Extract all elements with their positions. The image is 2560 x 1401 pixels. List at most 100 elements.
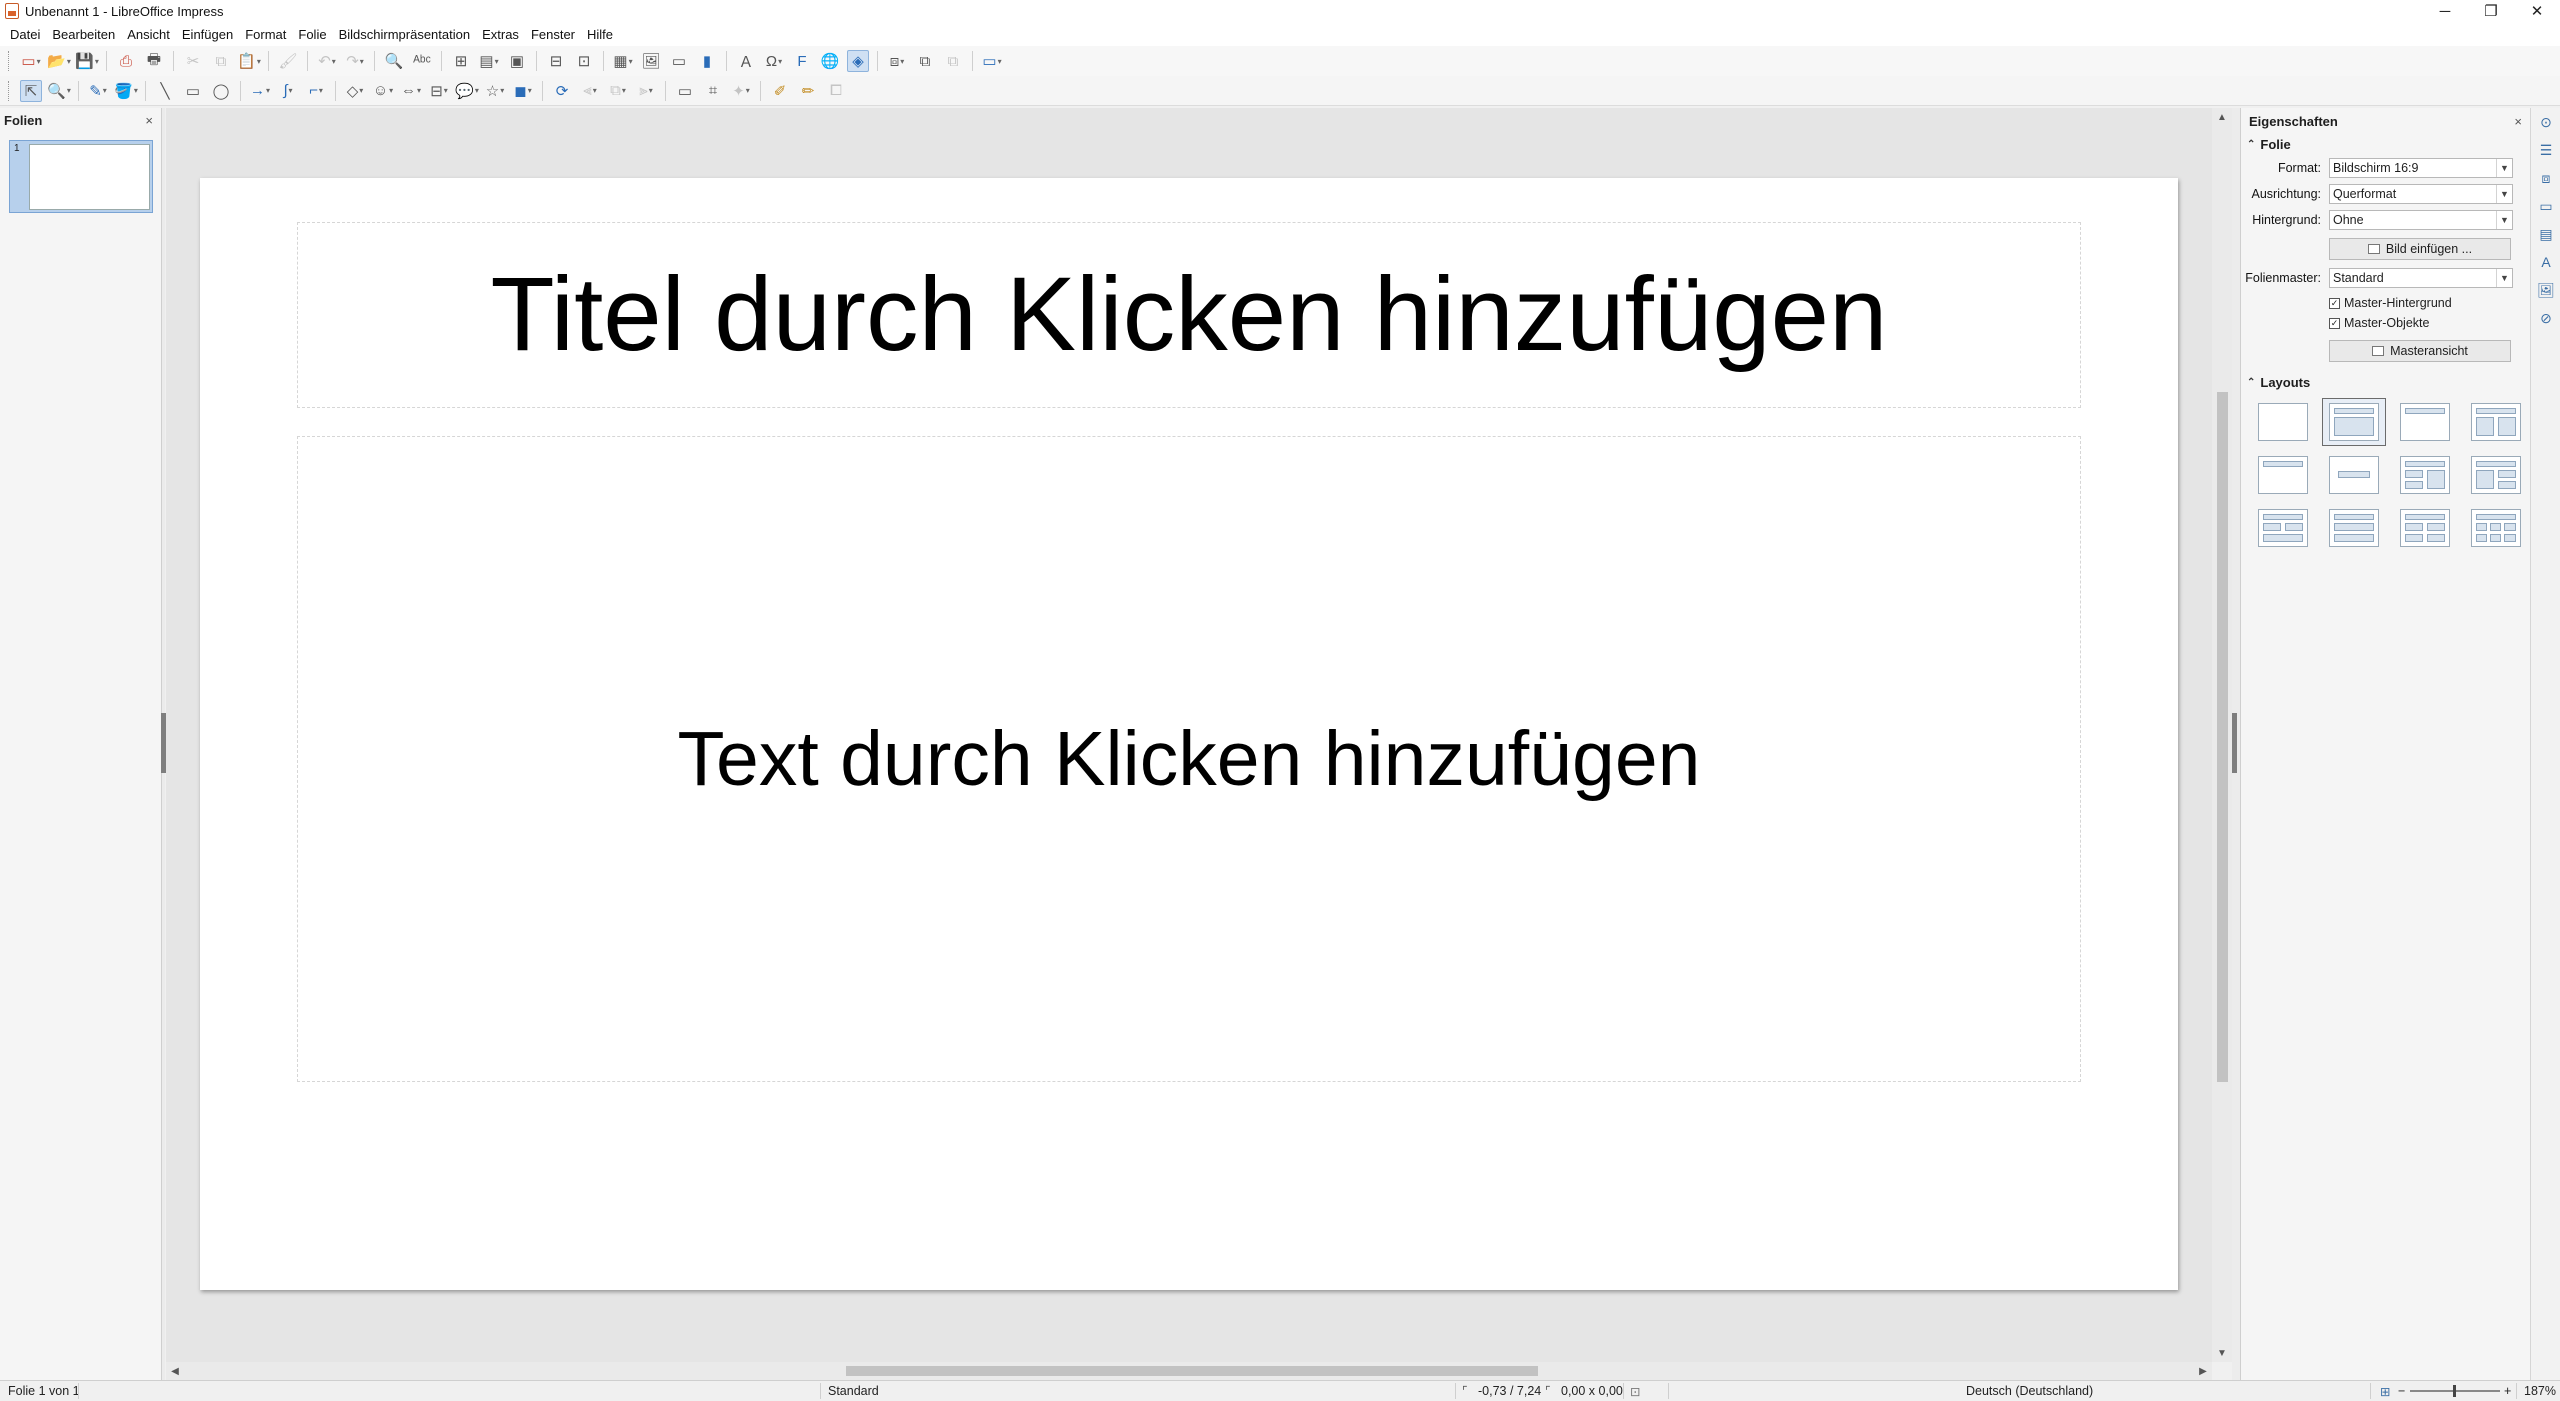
print-icon[interactable]: 🖶 — [143, 50, 165, 72]
find-replace-icon[interactable]: 🔍 — [383, 50, 405, 72]
format-select[interactable]: Bildschirm 16:9 ▼ — [2329, 158, 2513, 178]
new-slide-icon[interactable]: ⧉ — [914, 50, 936, 72]
layout-title-slide[interactable] — [2251, 451, 2315, 499]
orientation-select[interactable]: Querformat ▼ — [2329, 184, 2513, 204]
hyperlink-icon[interactable]: 🌐 — [819, 50, 841, 72]
navigator-tab-icon[interactable]: ⊘ — [2531, 304, 2560, 332]
zoom-slider-knob[interactable] — [2453, 1385, 2456, 1397]
fill-color-icon[interactable]: 🪣 — [114, 80, 137, 102]
glue-points-icon[interactable]: ✏ — [797, 80, 819, 102]
slide-layout-icon[interactable]: ▭ — [981, 50, 1003, 72]
slide-thumbnail-1[interactable]: 1 — [9, 140, 153, 213]
background-select[interactable]: Ohne ▼ — [2329, 210, 2513, 230]
undo-icon[interactable]: ↶ — [316, 50, 338, 72]
sidebar-settings-icon[interactable]: ⊙ — [2531, 108, 2560, 136]
menu-einfuegen[interactable]: Einfügen — [176, 27, 239, 42]
textbox-icon[interactable]: Ａ — [735, 50, 757, 72]
master-objects-checkbox[interactable]: ✓ Master-Objekte — [2329, 314, 2429, 332]
animation-tab-icon[interactable]: ▭ — [2531, 192, 2560, 220]
chevron-down-icon[interactable]: ▼ — [2496, 159, 2512, 177]
toolbar-grip[interactable] — [8, 51, 11, 71]
distribute-icon[interactable]: ⫸ — [635, 80, 657, 102]
menu-fenster[interactable]: Fenster — [525, 27, 581, 42]
vertical-scroll-thumb[interactable] — [2217, 392, 2228, 1082]
paste-icon[interactable]: 📋 — [237, 50, 260, 72]
points-icon[interactable]: ✐ — [769, 80, 791, 102]
start-first-slide-icon[interactable]: ⊟ — [545, 50, 567, 72]
title-placeholder[interactable]: Titel durch Klicken hinzufügen — [297, 222, 2081, 408]
layout-title-content-over[interactable] — [2251, 504, 2315, 552]
gallery-tab-icon[interactable]: 🖼 — [2531, 276, 2560, 304]
scroll-right-icon[interactable]: ▶ — [2194, 1362, 2212, 1380]
redo-icon[interactable]: ↷ — [344, 50, 366, 72]
duplicate-slide-icon[interactable]: ⧉ — [942, 50, 964, 72]
menu-datei[interactable]: Datei — [4, 27, 46, 42]
vertical-scrollbar[interactable]: ▲ ▼ — [2212, 108, 2232, 1362]
toggle-extrusion-icon[interactable]: ⧠ — [825, 80, 847, 102]
master-slides-tab-icon[interactable]: ▤ — [2531, 220, 2560, 248]
menu-hilfe[interactable]: Hilfe — [581, 27, 619, 42]
menu-format[interactable]: Format — [239, 27, 292, 42]
slide-section-header[interactable]: ⌃ Folie — [2241, 134, 2530, 154]
new-document-icon[interactable]: ▭ — [20, 50, 42, 72]
select-icon[interactable]: ⇱ — [20, 79, 42, 102]
document-modified-icon[interactable]: ⊡ — [1630, 1384, 1640, 1399]
chevron-down-icon[interactable]: ▼ — [2496, 211, 2512, 229]
sidebar-splitter[interactable] — [2232, 108, 2240, 1380]
slide-canvas[interactable]: Titel durch Klicken hinzufügen Text durc… — [200, 178, 2178, 1290]
zoom-out-icon[interactable]: − — [2398, 1384, 2405, 1398]
3d-objects-icon[interactable]: ◼ — [512, 80, 534, 102]
image-icon[interactable]: 🖼 — [640, 50, 662, 72]
master-background-checkbox[interactable]: ✓ Master-Hintergrund — [2329, 294, 2452, 312]
horizontal-scroll-thumb[interactable] — [846, 1366, 1538, 1376]
content-placeholder[interactable]: Text durch Klicken hinzufügen — [297, 436, 2081, 1082]
clone-formatting-icon[interactable]: 🖌 — [277, 50, 299, 72]
layout-centered-text[interactable] — [2322, 451, 2386, 499]
curves-icon[interactable]: ∫ — [277, 80, 299, 102]
layout-title-content-left[interactable] — [2393, 451, 2457, 499]
checkbox-checked-icon[interactable]: ✓ — [2329, 297, 2340, 309]
menu-ansicht[interactable]: Ansicht — [121, 27, 176, 42]
zoom-level[interactable]: 187% — [2524, 1384, 2556, 1398]
rectangle-icon[interactable]: ▭ — [182, 80, 204, 102]
spelling-icon[interactable]: ᴬᵇᶜ — [411, 50, 433, 72]
chevron-down-icon[interactable]: ▼ — [2496, 269, 2512, 287]
align-objects-icon[interactable]: ⫷ — [579, 80, 601, 102]
crop-icon[interactable]: ⌗ — [702, 80, 724, 102]
connectors-icon[interactable]: ⌐ — [305, 80, 327, 102]
flowchart-icon[interactable]: ⊟ — [428, 80, 450, 102]
slides-pane-close-icon[interactable]: × — [145, 113, 153, 128]
close-button[interactable]: ✕ — [2514, 0, 2560, 22]
line-color-icon[interactable]: ✎ — [87, 80, 109, 102]
chart-icon[interactable]: ▮ — [696, 50, 718, 72]
layout-title-only[interactable] — [2393, 398, 2457, 446]
cut-icon[interactable]: ✂ — [182, 50, 204, 72]
arrange-icon[interactable]: ⧉ — [607, 80, 629, 102]
shadow-icon[interactable]: ▭ — [674, 80, 696, 102]
basic-shapes-icon[interactable]: ◇ — [344, 80, 366, 102]
line-icon[interactable]: ╲ — [154, 80, 176, 102]
master-slide-icon[interactable]: ▣ — [506, 50, 528, 72]
chevron-down-icon[interactable]: ▼ — [2496, 185, 2512, 203]
layout-title-4-content[interactable] — [2393, 504, 2457, 552]
collapse-handle[interactable] — [2232, 713, 2237, 773]
open-folder-icon[interactable]: 📂 — [47, 50, 70, 72]
layout-title-2-rows[interactable] — [2322, 504, 2386, 552]
export-pdf-icon[interactable]: ⎙ — [115, 50, 137, 72]
menu-folie[interactable]: Folie — [292, 27, 332, 42]
toolbar-grip[interactable] — [8, 80, 11, 101]
media-icon[interactable]: ▭ — [668, 50, 690, 72]
zoom-in-icon[interactable]: + — [2504, 1384, 2511, 1398]
layouts-section-header[interactable]: ⌃ Layouts — [2241, 372, 2531, 392]
start-current-slide-icon[interactable]: ⊡ — [573, 50, 595, 72]
menu-extras[interactable]: Extras — [476, 27, 525, 42]
master-slide-status[interactable]: Standard — [828, 1384, 879, 1398]
layout-title-content-right[interactable] — [2464, 451, 2528, 499]
language-status[interactable]: Deutsch (Deutschland) — [1966, 1384, 2093, 1398]
menu-bearbeiten[interactable]: Bearbeiten — [46, 27, 121, 42]
scroll-up-icon[interactable]: ▲ — [2212, 108, 2232, 126]
zoom-slider[interactable] — [2410, 1385, 2500, 1397]
layout-blank[interactable] — [2251, 398, 2315, 446]
symbol-shapes-icon[interactable]: ☺ — [372, 80, 394, 102]
slides-pane-splitter[interactable] — [161, 108, 166, 1380]
